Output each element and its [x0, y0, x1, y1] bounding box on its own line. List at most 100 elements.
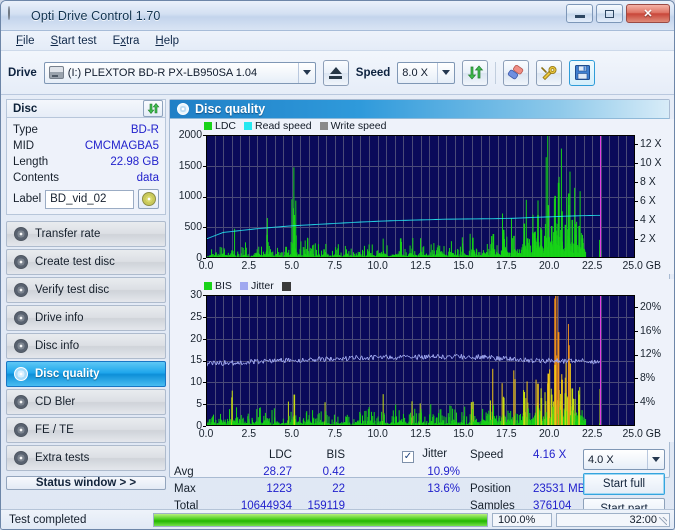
- sidebar-item-drive-info[interactable]: Drive info: [6, 305, 166, 331]
- legend-label: Jitter: [250, 280, 274, 292]
- ldc-plot-area[interactable]: [170, 119, 674, 279]
- bis-plot-canvas[interactable]: [170, 279, 674, 442]
- status-text: Test completed: [9, 513, 87, 526]
- bis-plot-area[interactable]: [170, 279, 674, 447]
- toolbar: Drive (I:) PLEXTOR BD-R PX-LB950SA 1.04 …: [1, 51, 674, 95]
- status-bar: Test completed 100.0% 32:00: [1, 509, 674, 529]
- jitter-label: Jitter: [422, 448, 448, 460]
- disc-label-key: Label: [13, 193, 42, 205]
- maximize-button[interactable]: [596, 4, 623, 23]
- disc-row-contents-key: Contents: [13, 172, 60, 184]
- test-speed-select[interactable]: 4.0 X: [583, 449, 665, 470]
- drive-label: Drive: [8, 66, 37, 79]
- stats-row-max-label: Max: [174, 483, 196, 495]
- stats-bis-avg: 0.42: [322, 466, 345, 478]
- save-floppy-icon: [574, 65, 590, 80]
- jitter-checkbox[interactable]: ✓: [402, 451, 414, 463]
- sidebar-item-create-test-disc[interactable]: Create test disc: [6, 249, 166, 275]
- disc-label-input[interactable]: [45, 189, 134, 209]
- speed-select[interactable]: 8.0 X: [397, 61, 456, 84]
- disc-row-type-value: BD-R: [130, 124, 159, 136]
- ldc-chart-legend: LDC Read speed Write speed: [204, 120, 391, 132]
- stats-bis-max: 22: [332, 483, 345, 495]
- refresh-button[interactable]: [462, 59, 489, 86]
- menu-item-file[interactable]: File: [9, 33, 42, 49]
- drive-select[interactable]: (I:) PLEXTOR BD-R PX-LB950SA 1.04: [43, 61, 316, 84]
- legend-write-speed: Write speed: [319, 120, 387, 132]
- stats-jitter-avg: 10.9%: [427, 466, 460, 478]
- disc-refresh-button[interactable]: [143, 100, 163, 117]
- sidebar-item-cd-bler[interactable]: CD Bler: [6, 389, 166, 415]
- save-button[interactable]: [569, 59, 596, 86]
- menu-item-help[interactable]: Help: [148, 33, 186, 49]
- sidebar-item-verify-test-disc[interactable]: Verify test disc: [6, 277, 166, 303]
- sidebar-item-fe-te[interactable]: FE / TE: [6, 417, 166, 443]
- check-icon: ✓: [403, 451, 413, 462]
- disc-row-type-key: Type: [13, 124, 38, 136]
- menu-item-start-test[interactable]: Start test: [44, 33, 104, 49]
- jitter-toggle[interactable]: ✓ Jitter: [402, 448, 447, 463]
- minimize-button[interactable]: [566, 4, 593, 23]
- cd-icon: [141, 192, 156, 206]
- refresh-icon: [147, 103, 159, 114]
- disc-burn-icon: [14, 255, 28, 269]
- close-button[interactable]: ✕: [626, 4, 670, 23]
- stats-ldc-avg: 28.27: [263, 466, 292, 478]
- disc-info-box: Type BD-R MID CMCMAGBA5 Length 22.98 GB …: [6, 117, 166, 215]
- resize-grip-icon[interactable]: [659, 516, 667, 525]
- page-title: Disc quality: [195, 102, 266, 116]
- disc-label-row: Label: [13, 189, 159, 209]
- sidebar-item-disc-info[interactable]: Disc info: [6, 333, 166, 359]
- legend-swatch-bis: [204, 282, 212, 290]
- legend-swatch-write-speed: [319, 122, 328, 130]
- bis-chart-legend: BIS Jitter: [204, 280, 291, 292]
- sidebar-item-label: Disc quality: [35, 368, 100, 380]
- chevron-down-icon: [297, 62, 315, 83]
- status-window-button[interactable]: Status window > >: [6, 476, 166, 490]
- speed-select-value: 8.0 X: [402, 66, 428, 79]
- disc-row-type: Type BD-R: [13, 122, 159, 138]
- tools-button[interactable]: [536, 59, 563, 86]
- disc-quality-icon: [177, 103, 189, 115]
- stats-speed-value: 4.16 X: [533, 449, 567, 461]
- disc-quality-icon: [14, 367, 28, 381]
- sidebar-item-label: FE / TE: [35, 424, 74, 436]
- disc-check-icon: [14, 283, 28, 297]
- application-window: Opti Drive Control 1.70 ✕ File Start tes…: [0, 0, 675, 530]
- drive-info-icon: [14, 311, 28, 325]
- legend-swatch-read-speed: [244, 122, 253, 130]
- sidebar-item-label: CD Bler: [35, 396, 76, 408]
- status-time-value: 32:00: [629, 513, 657, 526]
- sidebar-item-disc-quality[interactable]: Disc quality: [6, 361, 166, 387]
- stats-speed-label: Speed: [470, 449, 504, 461]
- content-header: Disc quality: [170, 100, 669, 119]
- legend-label: BIS: [215, 280, 232, 292]
- ldc-plot-canvas[interactable]: [170, 119, 674, 274]
- disc-row-contents-value: data: [136, 172, 159, 184]
- progress-bar: [153, 512, 488, 527]
- eject-button[interactable]: [322, 59, 349, 86]
- app-disc-icon: [8, 6, 25, 24]
- refresh-icon: [467, 65, 484, 80]
- sidebar-item-label: Extra tests: [35, 452, 90, 464]
- start-full-button[interactable]: Start full: [583, 473, 665, 495]
- erase-button[interactable]: [503, 59, 530, 86]
- sidebar-item-label: Create test disc: [35, 256, 115, 268]
- disc-quality-bis-chart: BIS Jitter: [170, 279, 674, 447]
- disc-quality-ldc-chart: LDC Read speed Write speed: [170, 119, 674, 279]
- chevron-down-icon: [437, 62, 454, 83]
- disc-row-mid-value: CMCMAGBA5: [84, 140, 159, 152]
- legend-label: Read speed: [255, 120, 312, 132]
- fe-te-icon: [14, 423, 28, 437]
- disc-label-browse-button[interactable]: [138, 189, 159, 209]
- chevron-down-icon: [647, 450, 664, 469]
- disc-info-icon: [14, 339, 28, 353]
- window-title: Opti Drive Control 1.70: [31, 8, 161, 23]
- stats-position-label: Position: [470, 483, 511, 495]
- legend-label: Write speed: [330, 120, 387, 132]
- status-percent: 100.0%: [492, 512, 552, 527]
- menu-item-extra[interactable]: Extra: [106, 33, 147, 49]
- sidebar-item-extra-tests[interactable]: Extra tests: [6, 445, 166, 471]
- speed-label: Speed: [355, 66, 391, 79]
- sidebar-item-transfer-rate[interactable]: Transfer rate: [6, 221, 166, 247]
